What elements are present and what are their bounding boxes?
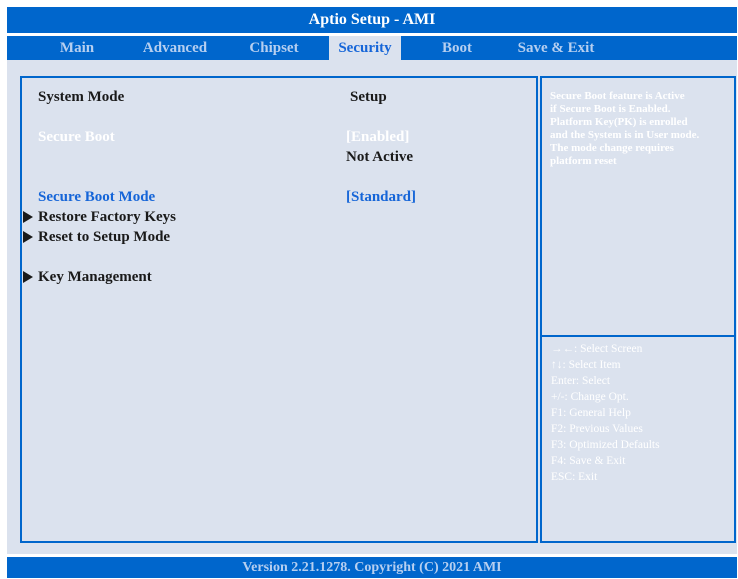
key-help-line: →←: Select Screen — [551, 343, 643, 355]
tab-bar: Main Advanced Chipset Security Boot Save… — [7, 36, 737, 60]
help-line: Platform Key(PK) is enrolled — [550, 116, 688, 128]
key-help-line: F1: General Help — [551, 407, 631, 419]
system-mode-label: System Mode — [38, 89, 125, 105]
submenu-arrow-icon — [23, 230, 33, 243]
help-line: and the System is in User mode. — [550, 129, 700, 141]
submenu-arrow-icon — [23, 270, 33, 283]
key-help-line: F2: Previous Values — [551, 423, 643, 435]
secure-boot-status: Not Active — [346, 149, 414, 165]
help-line: Secure Boot feature is Active — [550, 90, 685, 102]
key-help-line: F4: Save & Exit — [551, 455, 626, 467]
key-help-line: ESC: Exit — [551, 471, 598, 483]
help-description: Secure Boot feature is Active if Secure … — [550, 90, 730, 168]
help-line: The mode change requires — [550, 142, 674, 154]
secure-boot-mode-value[interactable]: [Standard] — [346, 189, 416, 206]
secure-boot-value[interactable]: [Enabled] — [346, 129, 409, 146]
tab-chipset[interactable]: Chipset — [235, 36, 313, 60]
reset-to-setup-mode-item[interactable]: Reset to Setup Mode — [23, 229, 170, 246]
tab-save-exit[interactable]: Save & Exit — [507, 36, 605, 60]
window-title: Aptio Setup - AMI — [7, 7, 737, 33]
key-management-item[interactable]: Key Management — [23, 269, 152, 286]
tab-main[interactable]: Main — [42, 36, 112, 60]
secure-boot-mode-label[interactable]: Secure Boot Mode — [38, 189, 155, 206]
help-divider — [542, 335, 734, 337]
key-help-line: +/-: Change Opt. — [551, 391, 629, 403]
system-mode-value: Setup — [350, 89, 387, 105]
help-line: platform reset — [550, 155, 617, 167]
submenu-arrow-icon — [23, 210, 33, 223]
key-legend: →←: Select Screen ↑↓: Select Item Enter:… — [551, 341, 731, 485]
tab-boot[interactable]: Boot — [422, 36, 492, 60]
secure-boot-label[interactable]: Secure Boot — [38, 129, 115, 146]
restore-factory-keys-item[interactable]: Restore Factory Keys — [23, 209, 176, 226]
help-line: if Secure Boot is Enabled. — [550, 103, 671, 115]
key-help-line: F3: Optimized Defaults — [551, 439, 660, 451]
tab-security[interactable]: Security — [329, 36, 401, 60]
footer-version: Version 2.21.1278. Copyright (C) 2021 AM… — [7, 557, 737, 578]
tab-advanced[interactable]: Advanced — [129, 36, 221, 60]
reset-to-setup-mode-label: Reset to Setup Mode — [38, 229, 171, 245]
settings-panel — [20, 76, 538, 543]
restore-factory-keys-label: Restore Factory Keys — [38, 209, 177, 225]
key-help-line: ↑↓: Select Item — [551, 359, 621, 371]
key-management-label: Key Management — [38, 269, 152, 285]
key-help-line: Enter: Select — [551, 375, 611, 387]
